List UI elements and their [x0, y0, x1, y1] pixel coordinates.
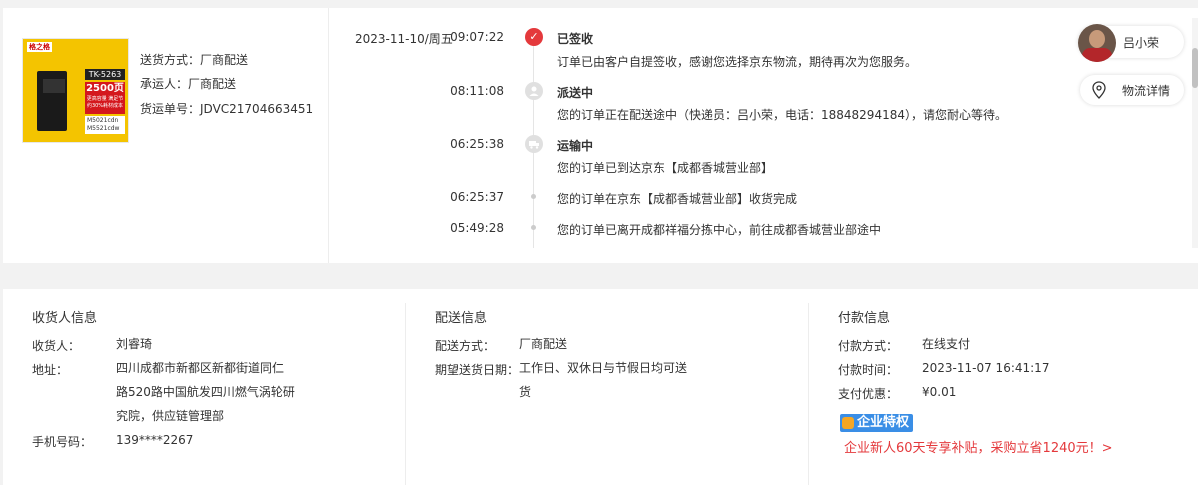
phone-label: 手机号码：: [32, 435, 93, 449]
order-info-panel: 收货人信息 收货人： 刘睿琦 地址： 四川成都市新都区新都街道同仁 路520路中…: [3, 289, 1198, 485]
address-label: 地址：: [32, 363, 69, 377]
delivery-date: 货: [519, 385, 532, 399]
enterprise-promo-link[interactable]: 企业新人60天专享补贴，采购立省1240元！>: [844, 437, 1113, 456]
panel-divider: [328, 8, 329, 263]
event-title-signed: 已签收: [557, 32, 594, 46]
product-logo: 格之格: [27, 42, 52, 52]
location-pin-icon: [1092, 81, 1106, 99]
avatar: [1078, 24, 1116, 62]
product-pages-note: 更高容量 满足节约30%耗材成本: [86, 96, 124, 109]
payment-method-label: 付款方式：: [838, 339, 899, 353]
event-time: 09:07:22: [450, 30, 504, 44]
event-time: 06:25:37: [450, 190, 504, 204]
courier-name: 吕小荣: [1123, 36, 1160, 50]
timeline-scrollbar[interactable]: [1192, 18, 1198, 248]
toner-cartridge-detail: [43, 79, 65, 93]
event-text: 订单已由客户自提签收，感谢您选择京东物流，期待再次为您服务。: [557, 55, 918, 69]
timeline-dot: [531, 194, 536, 199]
address-line: 究院，供应链管理部: [116, 409, 225, 423]
tracking-number: 货运单号：JDVC21704663451: [140, 102, 314, 116]
phone-number: 139****2267: [116, 433, 194, 447]
courier-button[interactable]: 吕小荣: [1078, 24, 1184, 62]
payment-discount: ¥0.01: [922, 385, 957, 399]
truck-icon: [525, 135, 543, 153]
section-divider: [405, 303, 406, 485]
logistics-detail-button[interactable]: 物流详情: [1080, 75, 1184, 105]
delivery-date: 工作日、双休日与节假日均可送: [519, 361, 688, 375]
event-text: 您的订单正在配送途中（快递员：吕小荣，电话：18848294184），请您耐心等…: [557, 108, 1007, 122]
payment-time-label: 付款时间：: [838, 363, 899, 377]
logistics-detail-label: 物流详情: [1122, 84, 1171, 98]
payment-method: 在线支付: [922, 337, 971, 351]
logistics-panel: 格之格 TK-5263 2500页 更高容量 满足节约30%耗材成本 M5021…: [3, 8, 1198, 263]
event-time: 05:49:28: [450, 221, 504, 235]
product-image[interactable]: 格之格 TK-5263 2500页 更高容量 满足节约30%耗材成本 M5021…: [22, 38, 129, 143]
payment-time: 2023-11-07 16:41:17: [922, 361, 1050, 375]
payment-discount-label: 支付优惠：: [838, 387, 899, 401]
address-line: 四川成都市新都区新都街道同仁: [116, 361, 285, 375]
consignee-section-title: 收货人信息: [32, 311, 98, 326]
event-time: 08:11:08: [450, 84, 504, 98]
timeline-dot: [531, 225, 536, 230]
delivery-method: 厂商配送: [519, 337, 568, 351]
shipping-carrier: 承运人：厂商配送: [140, 77, 237, 91]
product-model-lines: M5021cdn M5521cdw: [85, 116, 125, 134]
delivery-person-icon: [525, 82, 543, 100]
event-title-transit: 运输中: [557, 139, 594, 153]
payment-section-title: 付款信息: [838, 311, 891, 326]
consignee-name: 刘睿琦: [116, 337, 153, 351]
delivery-method-label: 配送方式：: [435, 339, 496, 353]
event-text: 您的订单已到达京东【成都香城营业部】: [557, 161, 774, 175]
event-title-delivering: 派送中: [557, 86, 594, 100]
product-model-tag: TK-5263: [85, 69, 125, 80]
scrollbar-thumb[interactable]: [1192, 48, 1198, 88]
enterprise-badge-label: 企业特权: [857, 415, 910, 430]
product-pages: 2500页: [86, 83, 124, 94]
enterprise-privilege-badge[interactable]: 企业特权: [840, 414, 914, 432]
check-icon: ✓: [525, 28, 543, 46]
timeline-date: 2023-11-10/周五: [355, 32, 453, 46]
consignee-name-label: 收货人：: [32, 339, 81, 353]
shipping-method: 送货方式：厂商配送: [140, 53, 249, 67]
event-time: 06:25:38: [450, 137, 504, 151]
section-divider: [808, 303, 809, 485]
delivery-section-title: 配送信息: [435, 311, 488, 326]
delivery-date-label: 期望送货日期：: [435, 363, 520, 377]
event-text: 您的订单在京东【成都香城营业部】收货完成: [557, 192, 798, 206]
gift-icon: [842, 417, 854, 429]
product-capacity-label: 2500页 更高容量 满足节约30%耗材成本: [85, 82, 125, 114]
event-text: 您的订单已离开成都祥福分拣中心，前往成都香城营业部途中: [557, 223, 882, 237]
address-line: 路520路中国航发四川燃气涡轮研: [116, 385, 295, 399]
